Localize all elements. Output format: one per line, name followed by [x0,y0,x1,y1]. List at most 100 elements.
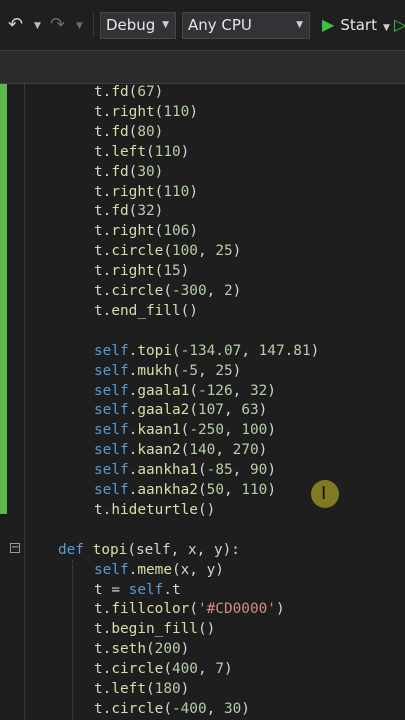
code-line[interactable]: t.left(110) [94,142,189,162]
code-token: , [223,402,242,419]
code-token: 400 [171,661,198,678]
code-token: end_fill [111,302,181,319]
code-line[interactable]: t.fd(30) [94,162,163,182]
code-token: ) [154,123,164,140]
code-token: ( [145,143,155,160]
code-token: t. [94,302,112,319]
code-line[interactable]: t.right(110) [94,102,198,122]
code-token: (x, y) [171,561,224,578]
code-token: 110 [154,143,181,160]
code-line[interactable]: t.right(110) [94,182,198,202]
start-without-debugging-icon[interactable]: ▷ [394,14,405,36]
code-line[interactable]: self.topi(-134.07, 147.81) [94,341,319,361]
code-line[interactable]: t.begin_fill() [94,619,215,639]
code-token: ( [145,681,155,697]
code-line[interactable]: t.right(15) [94,261,189,281]
code-line[interactable]: t.right(106) [94,221,198,241]
code-line[interactable]: t.fillcolor('#CD0000') [94,599,285,619]
code-token: self [128,581,164,598]
code-token: ( [145,641,155,658]
code-token: -300 [171,283,207,299]
code-token: () [197,621,216,638]
code-line[interactable]: t.left(180) [94,679,189,699]
start-button[interactable]: ▶ Start ▼ [322,14,390,36]
code-token: ( [197,482,207,498]
code-line[interactable]: t.circle(-400, 30) [94,699,250,719]
code-token: self [94,462,129,479]
code-line[interactable]: t.seth(200) [94,639,189,659]
code-line[interactable]: self.aankha1(-85, 90) [94,460,276,480]
code-line[interactable]: t.circle(-300, 2) [94,281,241,301]
code-token: left [111,681,146,697]
code-token: t. [94,163,112,180]
code-token: t. [94,203,112,220]
code-token: -126 [197,382,233,399]
code-token: t. [94,103,112,120]
code-token: right [111,223,155,240]
code-token: right [111,263,155,280]
code-token: ( [163,700,172,717]
chevron-down-icon: ▼ [296,20,303,30]
code-line[interactable]: self.aankha2(50, 110) [94,480,276,500]
code-token: 63 [241,402,259,419]
code-token: , [197,362,216,379]
code-token: ) [180,681,190,697]
code-line[interactable]: t.circle(100, 25) [94,241,241,261]
code-token: ) [223,661,233,678]
code-token: t. [94,263,112,280]
code-token: aankha1 [137,462,198,479]
code-token: , [232,382,250,399]
code-token: 110 [163,103,190,120]
code-line[interactable]: t.fd(32) [94,201,163,221]
undo-dropdown-chevron-down-icon[interactable]: ▼ [34,21,41,31]
change-tracking-bar [0,84,7,514]
code-token: circle [111,283,164,299]
code-token: ( [171,362,181,379]
code-token: t. [94,123,112,140]
chevron-down-icon[interactable]: ▼ [383,23,390,33]
redo-icon[interactable]: ↷ [50,15,65,35]
code-token: fd [111,163,129,180]
code-token: gaala1 [137,382,190,399]
configuration-select[interactable]: Debug ▼ [100,12,176,39]
code-token: right [111,103,155,120]
document-tab-strip [0,50,405,85]
redo-dropdown-chevron-down-icon[interactable]: ▼ [76,21,83,31]
code-line[interactable]: self.kaan2(140, 270) [94,440,267,460]
code-token: ) [258,442,268,459]
code-line[interactable]: t = self.t [94,580,181,600]
code-token: ) [154,163,164,180]
code-line[interactable]: self.gaala2(107, 63) [94,400,267,420]
code-token: , [223,422,242,439]
undo-icon[interactable]: ↶ [8,15,23,35]
code-token: begin_fill [111,621,198,638]
code-line[interactable]: self.meme(x, y) [94,560,224,580]
code-token: '#CD0000' [197,601,276,618]
code-token: 25 [215,362,233,379]
code-token: t. [94,621,112,638]
code-line[interactable]: def topi(self, x, y): [58,540,240,560]
code-line[interactable]: self.mukh(-5, 25) [94,361,241,381]
code-token: self [94,382,129,399]
code-line[interactable]: t.fd(67) [94,82,163,102]
code-token: 100 [171,243,198,260]
code-token: ) [258,402,268,419]
collapse-region-icon[interactable]: − [10,543,20,553]
code-token: ) [180,641,190,658]
code-line[interactable]: self.gaala1(-126, 32) [94,381,276,401]
code-line[interactable]: t.circle(400, 7) [94,659,233,679]
code-line[interactable]: self.kaan1(-250, 100) [94,420,276,440]
code-line[interactable]: t.end_fill() [94,301,198,321]
text-cursor-icon: I [321,483,327,504]
code-line[interactable]: t.fd(80) [94,122,163,142]
code-token: , [223,482,242,498]
code-token: aankha2 [137,482,198,498]
code-line[interactable]: t.hideturtle() [94,500,215,520]
code-token: t. [94,243,112,260]
code-token: t. [94,183,112,200]
code-token: ) [189,103,198,120]
platform-select[interactable]: Any CPU ▼ [182,12,310,39]
code-token: fd [111,203,129,220]
code-token: 100 [241,422,268,439]
code-token: hideturtle [111,501,198,518]
